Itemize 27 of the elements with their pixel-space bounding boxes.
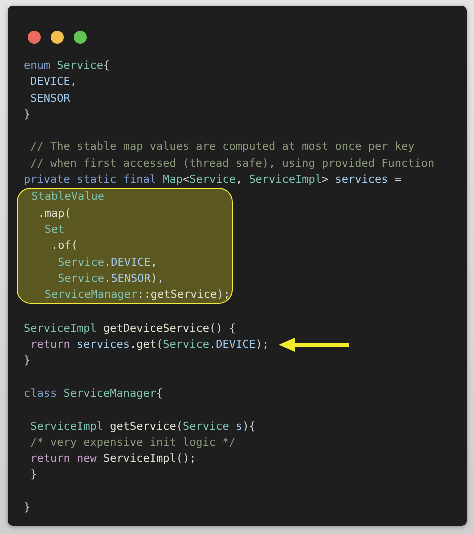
code-line: // The stable map values are computed at most once per key	[30, 139, 415, 156]
code-line: Service.DEVICE,	[57, 254, 158, 271]
window-zoom-button[interactable]	[74, 31, 87, 44]
code-line: return new ServiceImpl();	[30, 451, 196, 468]
arrow-icon	[279, 338, 350, 352]
code-line: DEVICE,	[30, 74, 77, 90]
code-line: .of(	[50, 238, 78, 254]
code-line: }	[30, 467, 38, 484]
code-line: .map(	[37, 206, 72, 222]
code-line: // when first accessed (thread safe), using provided Function	[30, 156, 435, 172]
window-minimize-button[interactable]	[51, 31, 64, 44]
code-line: /* very expensive init logic */	[30, 434, 236, 451]
code-line: ServiceImpl getService(Service s){	[30, 418, 256, 435]
code-line: StableValue	[30, 189, 104, 206]
code-line: }	[24, 500, 31, 516]
code-line: ServiceManager::getService);	[44, 287, 230, 304]
code-line: enum Service{	[24, 58, 110, 74]
code-line: return services.get(Service.DEVICE);	[30, 337, 270, 354]
code-line: }	[24, 106, 31, 123]
code-line: Service.SENSOR),	[57, 270, 164, 287]
code-line: ServiceImpl getDeviceService() {	[24, 320, 236, 337]
code-line: }	[24, 353, 31, 370]
code-line: class ServiceManager{	[24, 386, 164, 402]
code-line: Set	[44, 222, 65, 238]
window-close-button[interactable]	[28, 31, 41, 44]
code-line: SENSOR	[30, 90, 70, 107]
code-line: private static final Map<Service, ServiceImpl> services =	[24, 172, 402, 188]
